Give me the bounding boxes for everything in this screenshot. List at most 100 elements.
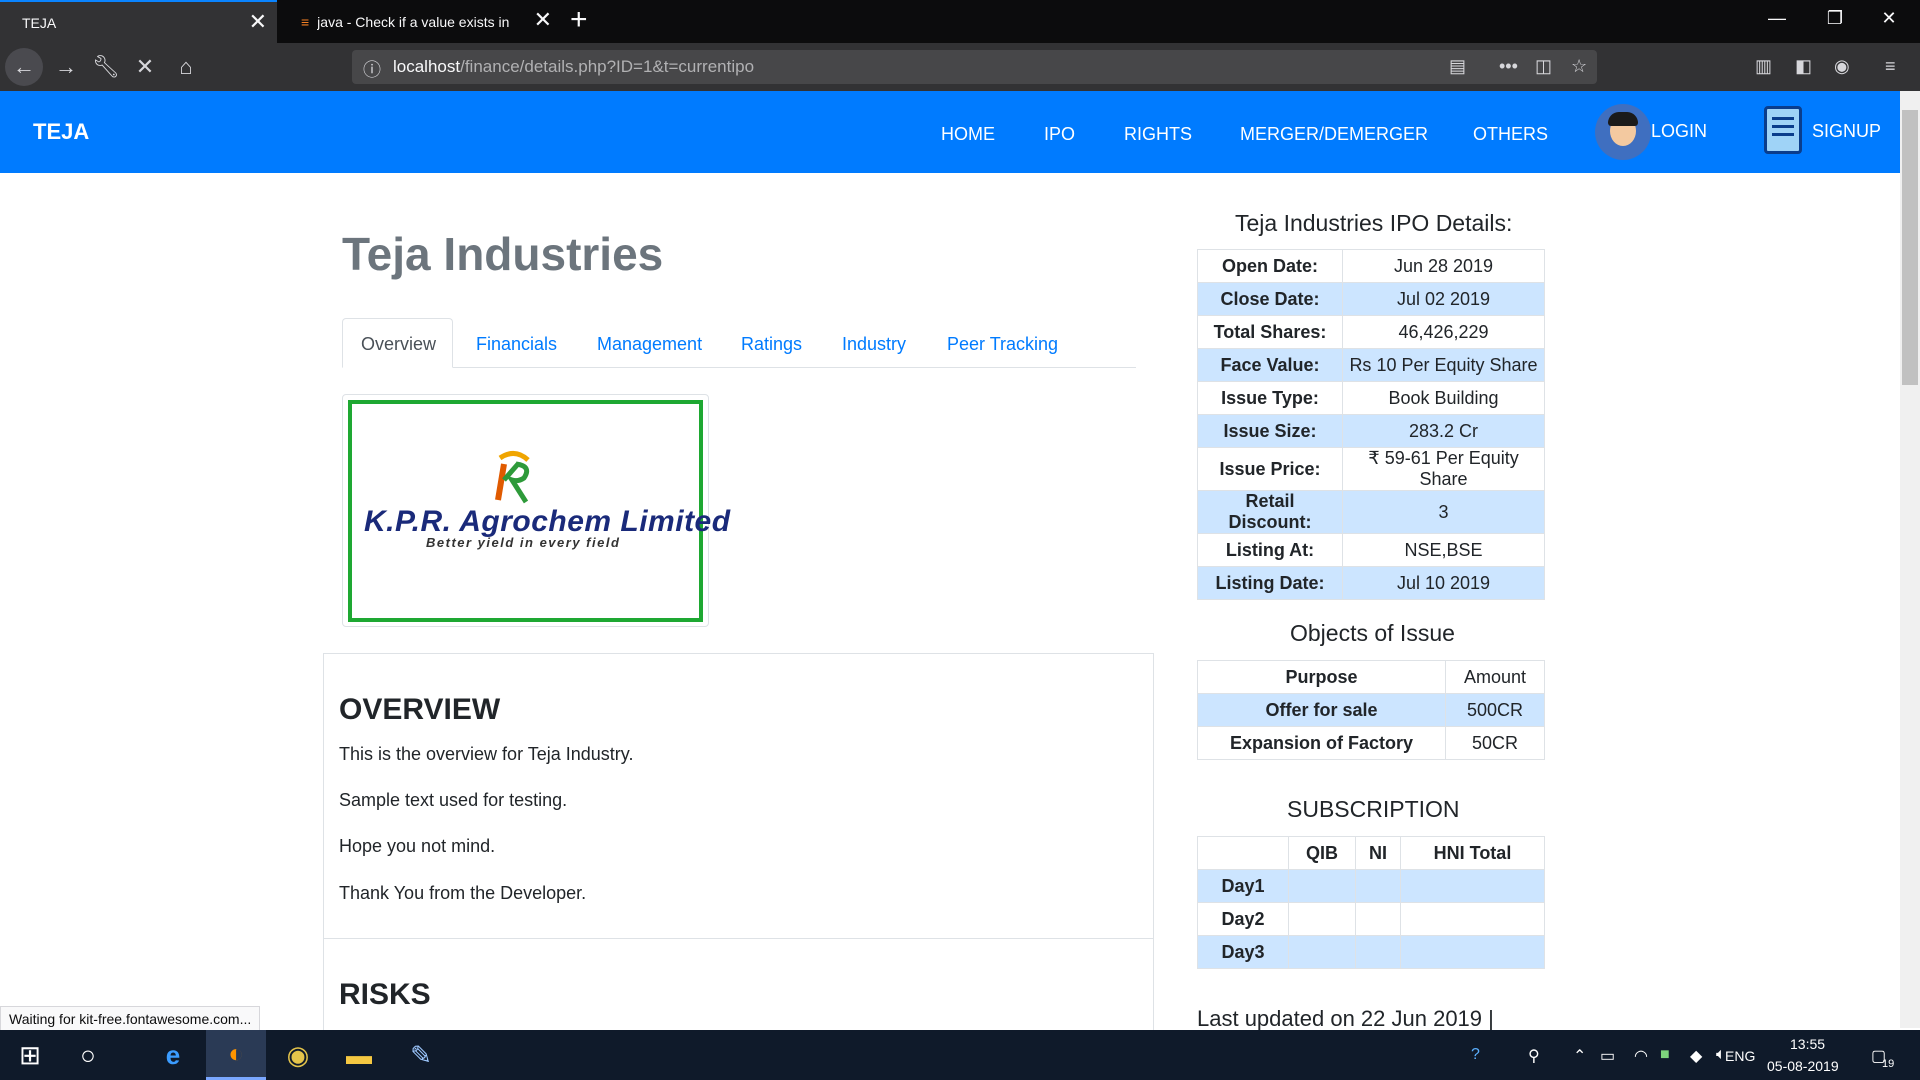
objects-amount: 50CR xyxy=(1445,726,1545,760)
tab-peer-tracking[interactable]: Peer Tracking xyxy=(947,334,1058,355)
nav-rights[interactable]: RIGHTS xyxy=(1124,124,1192,145)
show-hidden-icons-icon[interactable]: ⌃ xyxy=(1573,1046,1586,1066)
objects-header-purpose: Purpose xyxy=(1197,660,1446,694)
ipo-details-heading: Teja Industries IPO Details: xyxy=(1235,210,1513,236)
site-brand[interactable]: TEJA xyxy=(33,119,89,145)
help-tray-icon[interactable]: ? xyxy=(1471,1046,1480,1064)
logo-tagline: Better yield in every field xyxy=(426,535,621,550)
stop-loading-icon[interactable]: ✕ xyxy=(126,48,164,86)
ipo-detail-row: Close Date: Jul 02 2019 xyxy=(1197,282,1545,316)
back-icon[interactable]: ← xyxy=(5,48,43,86)
cortana-search-icon[interactable]: ○ xyxy=(58,1030,118,1080)
chrome-browser-icon[interactable]: ◉ xyxy=(268,1030,328,1080)
subscription-row: Day2 xyxy=(1197,902,1545,936)
subscription-header-hni: HNI Total xyxy=(1400,836,1545,870)
minimize-button[interactable]: — xyxy=(1754,8,1800,29)
nav-merger-demerger[interactable]: MERGER/DEMERGER xyxy=(1240,124,1428,145)
kpr-leaf-logo-icon xyxy=(495,451,530,504)
url-text[interactable]: localhost/finance/details.php?ID=1&t=cur… xyxy=(393,57,754,77)
browser-tab-teja[interactable]: TEJA ✕ xyxy=(0,0,277,43)
ipo-detail-key: Listing At: xyxy=(1197,533,1343,567)
nav-ipo[interactable]: IPO xyxy=(1044,124,1075,145)
tab-overview-label[interactable]: Overview xyxy=(361,334,436,355)
subscription-cell xyxy=(1400,869,1545,903)
tab-management[interactable]: Management xyxy=(597,334,702,355)
ipo-detail-value: Jun 28 2019 xyxy=(1342,249,1545,283)
ipo-detail-row: Listing At: NSE,BSE xyxy=(1197,533,1545,567)
edge-browser-icon[interactable]: e xyxy=(143,1030,203,1080)
ipo-detail-row: Face Value: Rs 10 Per Equity Share xyxy=(1197,348,1545,382)
tab-industry[interactable]: Industry xyxy=(842,334,906,355)
info-icon[interactable]: ⓘ xyxy=(363,56,381,82)
paint-app-icon[interactable]: ✎ xyxy=(391,1030,451,1080)
nav-home[interactable]: HOME xyxy=(941,124,995,145)
ipo-detail-row: Total Shares: 46,426,229 xyxy=(1197,315,1545,349)
login-avatar-icon[interactable] xyxy=(1595,104,1651,160)
people-tray-icon[interactable]: ⚲ xyxy=(1528,1046,1540,1066)
new-tab-button[interactable]: + xyxy=(562,4,596,36)
reader-view-icon[interactable]: ▤ xyxy=(1449,56,1466,77)
subscription-cell xyxy=(1400,902,1545,936)
ipo-detail-key: Issue Size: xyxy=(1197,414,1343,448)
clock-time[interactable]: 13:55 xyxy=(1790,1036,1825,1052)
login-link[interactable]: LOGIN xyxy=(1651,121,1707,142)
language-indicator[interactable]: ENG xyxy=(1725,1048,1755,1064)
battery-icon[interactable]: ▭ xyxy=(1600,1046,1615,1066)
scrollbar-thumb[interactable] xyxy=(1902,110,1918,385)
close-window-button[interactable]: ✕ xyxy=(1866,8,1912,29)
ipo-detail-row: Issue Type: Book Building xyxy=(1197,381,1545,415)
dropbox-tray-icon[interactable]: ◆ xyxy=(1690,1046,1702,1066)
windows-start-icon[interactable]: ⊞ xyxy=(0,1030,60,1080)
subscription-cell xyxy=(1355,935,1401,969)
close-tab-icon[interactable]: ✕ xyxy=(249,11,267,33)
tab-financials[interactable]: Financials xyxy=(476,334,557,355)
subscription-cell xyxy=(1288,869,1356,903)
menu-icon[interactable]: ≡ xyxy=(1885,56,1896,77)
pocket-icon[interactable]: ◫ xyxy=(1535,56,1552,77)
ipo-detail-key: Issue Type: xyxy=(1197,381,1343,415)
home-icon[interactable]: ⌂ xyxy=(167,48,205,86)
wifi-icon[interactable]: ◠ xyxy=(1634,1046,1648,1066)
more-actions-icon[interactable]: ••• xyxy=(1499,56,1518,77)
ipo-detail-key: Issue Price: xyxy=(1197,447,1343,491)
subscription-day: Day2 xyxy=(1197,902,1289,936)
ipo-detail-value: 3 xyxy=(1342,490,1545,534)
risks-heading: RISKS xyxy=(339,978,431,1011)
ipo-detail-value: 283.2 Cr xyxy=(1342,414,1545,448)
library-icon[interactable]: ▥ xyxy=(1755,56,1772,77)
overview-paragraph: Thank You from the Developer. xyxy=(339,883,587,903)
tab-favicon-icon: ≡ xyxy=(301,13,310,30)
restore-button[interactable]: ❐ xyxy=(1812,8,1858,29)
account-icon[interactable]: ◉ xyxy=(1834,56,1850,77)
subscription-cell xyxy=(1355,902,1401,936)
wrench-icon[interactable]: 🔧︎ xyxy=(87,48,125,86)
sidebar-icon[interactable]: ◧ xyxy=(1795,56,1812,77)
subscription-heading: SUBSCRIPTION xyxy=(1287,796,1460,822)
ipo-detail-row: Retail Discount: 3 xyxy=(1197,490,1545,534)
subscription-cell xyxy=(1400,935,1545,969)
logo-company-name: K.P.R. Agrochem Limited xyxy=(364,505,731,538)
last-updated-text: Last updated on 22 Jun 2019 | xyxy=(1197,1006,1494,1031)
file-explorer-icon[interactable]: ▬ xyxy=(329,1030,389,1080)
nav-others[interactable]: OTHERS xyxy=(1473,124,1548,145)
clock-date[interactable]: 05-08-2019 xyxy=(1767,1058,1839,1074)
objects-purpose: Offer for sale xyxy=(1197,693,1446,727)
subscription-cell xyxy=(1288,935,1356,969)
ipo-detail-value: NSE,BSE xyxy=(1342,533,1545,567)
browser-tab-java[interactable]: ≡ java - Check if a value exists in ✕ xyxy=(279,0,562,43)
ipo-detail-value: Book Building xyxy=(1342,381,1545,415)
objects-amount: 500CR xyxy=(1445,693,1545,727)
nvidia-tray-icon[interactable]: ■ xyxy=(1660,1046,1670,1064)
browser-status-bar: Waiting for kit-free.fontawesome.com... xyxy=(0,1006,261,1032)
tab-ratings[interactable]: Ratings xyxy=(741,334,802,355)
signup-form-icon[interactable] xyxy=(1764,106,1802,154)
firefox-browser-icon[interactable]: ◐ xyxy=(206,1030,266,1080)
forward-icon[interactable]: → xyxy=(47,48,85,86)
subscription-table: QIB NI HNI Total Day1 Day2 Day3 xyxy=(1197,836,1545,969)
ipo-detail-row: Issue Price: ₹ 59-61 Per Equity Share xyxy=(1197,447,1545,491)
ipo-detail-row: Issue Size: 283.2 Cr xyxy=(1197,414,1545,448)
bookmark-star-icon[interactable]: ☆ xyxy=(1571,56,1587,77)
close-tab-icon[interactable]: ✕ xyxy=(534,9,552,31)
signup-link[interactable]: SIGNUP xyxy=(1812,121,1881,142)
ipo-detail-key: Close Date: xyxy=(1197,282,1343,316)
